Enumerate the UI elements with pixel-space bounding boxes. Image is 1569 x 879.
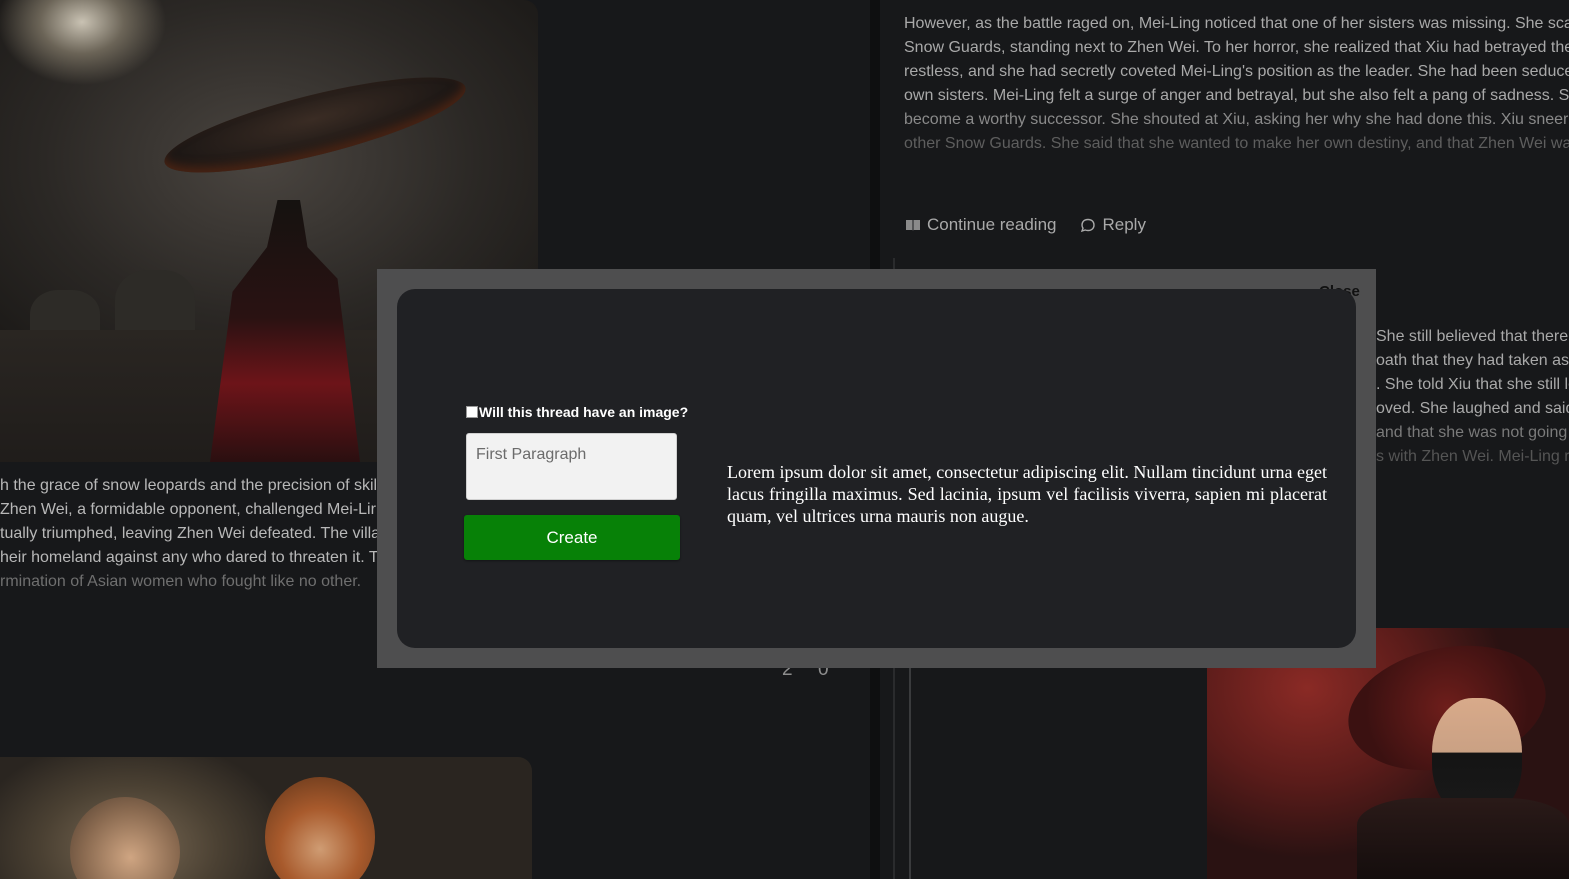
reply-button[interactable]: Reply [1080, 215, 1146, 235]
comment-icon [1081, 218, 1096, 233]
first-paragraph-input[interactable] [466, 433, 677, 500]
post-text-line: rmination of Asian women who fought like… [0, 573, 362, 590]
reply-label: Reply [1102, 215, 1146, 234]
post-text-line: h the grace of snow leopards and the pre… [0, 477, 378, 494]
girl-head [265, 777, 375, 879]
page: h the grace of snow leopards and the pre… [0, 0, 1569, 879]
image-checkbox[interactable] [466, 406, 478, 418]
ninja-body [1357, 798, 1569, 879]
thread-connector-line [909, 660, 911, 879]
girl-head [70, 797, 180, 879]
post-text-line: become a worthy successor. She shouted a… [904, 111, 1569, 128]
two-girls-artwork-image[interactable] [0, 757, 532, 879]
continue-reading-label: Continue reading [927, 215, 1057, 234]
samurai-figure [210, 200, 360, 462]
right-post-text: However, as the battle raged on, Mei-Lin… [904, 12, 1569, 156]
post-text-line: However, as the battle raged on, Mei-Lin… [904, 15, 1569, 32]
post-text-line: and that she was not going [1376, 424, 1568, 441]
reply-post-text: She still believed that there oath that … [1376, 325, 1569, 469]
post-text-line: other Snow Guards. She said that she wan… [904, 135, 1569, 152]
post-text-line: . She told Xiu that she still lo [1376, 376, 1569, 393]
post-text-line: oath that they had taken as [1376, 352, 1569, 369]
create-thread-modal-overlay: Close Will this thread have an image? Cr… [377, 269, 1376, 668]
post-text-line: s with Zhen Wei. Mei-Ling r [1376, 448, 1569, 465]
post-text-line: own sisters. Mei-Ling felt a surge of an… [904, 87, 1569, 104]
image-checkbox-row[interactable]: Will this thread have an image? [466, 404, 688, 420]
hat-disc [157, 58, 473, 192]
left-post-text: h the grace of snow leopards and the pre… [0, 474, 380, 594]
post-text-line: tually triumphed, leaving Zhen Wei defea… [0, 525, 380, 542]
post-text-line: restless, and she had secretly coveted M… [904, 63, 1569, 80]
book-icon [906, 220, 920, 231]
image-checkbox-label: Will this thread have an image? [479, 404, 689, 420]
continue-reading-button[interactable]: Continue reading [905, 215, 1056, 235]
post-text-line: Zhen Wei, a formidable opponent, challen… [0, 501, 376, 518]
post-actions: Continue reading Reply [905, 215, 1146, 235]
create-thread-modal: Will this thread have an image? Create L… [397, 289, 1356, 648]
post-text-line: oved. She laughed and said [1376, 400, 1569, 417]
preview-text: Lorem ipsum dolor sit amet, consectetur … [727, 462, 1327, 526]
post-text-line: She still believed that there [1376, 328, 1569, 345]
post-text-line: Snow Guards, standing next to Zhen Wei. … [904, 39, 1569, 56]
create-button[interactable]: Create [464, 515, 680, 560]
post-text-line: heir homeland against any who dared to t… [0, 549, 380, 566]
